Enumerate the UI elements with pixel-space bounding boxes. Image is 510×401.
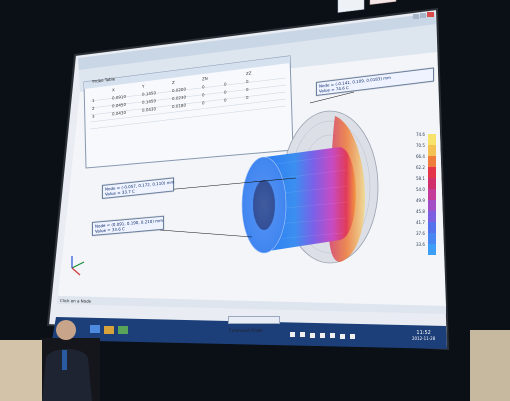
column-header: ZZ [246,70,252,77]
legend-swatch [428,145,436,156]
legend-swatch [428,200,436,211]
legend-value: 33.6 [416,242,425,247]
legend-swatch [428,178,436,189]
taskbar-app-icons [90,325,128,334]
column-header: Y [142,83,145,89]
command-finder[interactable]: Command Finder [228,316,280,333]
front-ring [241,156,287,254]
taskbar-clock[interactable]: 11:52 2012-11-28 [412,330,435,341]
column-header [92,89,100,95]
podium [0,340,42,401]
legend-value: 70.5 [416,143,425,148]
legend-value: 58.1 [416,176,425,181]
legend-value: 54.0 [416,187,425,192]
status-hint: Click on a Node [59,298,92,304]
column-header: X [112,87,115,93]
legend-swatch [428,134,436,145]
legend-value: 74.6 [416,132,425,137]
side-panel [470,330,510,401]
column-header [224,73,234,79]
legend-swatch [428,156,436,167]
ribbon-button [337,0,365,13]
legend-swatch [428,233,436,244]
maximize-button [420,13,426,18]
close-button [427,12,434,17]
legend-color-bar [428,134,436,255]
legend-value: 41.7 [416,220,425,225]
legend-value: 37.6 [416,231,425,236]
legend-value: 62.2 [416,165,425,170]
legend-value: 49.9 [416,198,425,203]
legend-swatch [428,167,436,178]
minimize-button [413,14,419,19]
command-finder-label: Command Finder [229,328,264,333]
clock-date: 2012-11-28 [412,336,436,341]
legend-swatch [428,244,436,255]
legend-swatch [428,189,436,200]
legend-value: 45.8 [416,209,425,214]
legend-swatch [428,211,436,222]
legend-swatch [428,222,436,233]
ribbon-button [369,0,397,5]
column-header: ZN [202,75,208,82]
column-header: Z [172,79,175,86]
legend-value: 66.4 [416,154,425,159]
